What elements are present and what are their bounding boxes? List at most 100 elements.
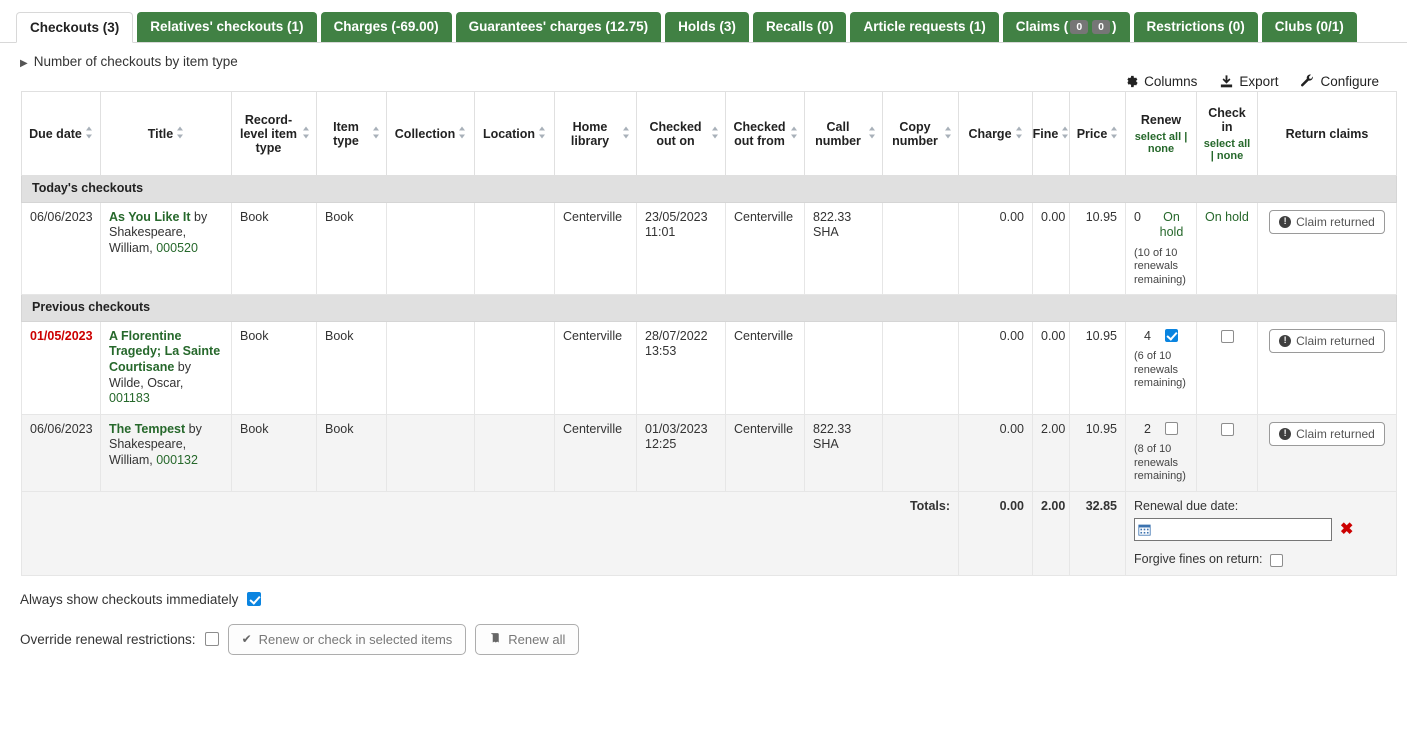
barcode-link[interactable]: 000132 [156,453,198,467]
override-renewal-checkbox[interactable] [205,632,219,646]
col-header-7[interactable]: Checked out on [637,92,726,176]
sort-icon[interactable] [1110,126,1118,142]
footer-controls: Always show checkouts immediately Overri… [20,592,1407,655]
col-header-9[interactable]: Call number [805,92,883,176]
renew-select-all-link[interactable]: select all [1135,131,1181,143]
renew-checkbox[interactable] [1165,422,1178,435]
sort-icon[interactable] [1015,126,1023,142]
col-header-15[interactable]: Check inselect all| none [1197,92,1258,176]
renewal-due-date-input[interactable] [1151,520,1321,539]
cell-copy-number [883,202,959,294]
due-date-overdue: 01/05/2023 [30,329,93,343]
col-header-0[interactable]: Due date [22,92,101,176]
sort-icon[interactable] [622,126,630,142]
checkin-checkbox[interactable] [1221,330,1234,343]
gear-icon [1124,74,1139,89]
checkin-select-all-link[interactable]: select all [1204,138,1250,150]
sort-icon[interactable] [85,126,93,142]
col-header-14[interactable]: Renewselect all |none [1126,92,1197,176]
sort-icon[interactable] [1061,126,1069,142]
renew-or-checkin-selected-button[interactable]: ✔ Renew or check in selected items [228,624,467,655]
tab-5[interactable]: Recalls (0) [753,12,847,42]
table-row: 01/05/2023 A Florentine Tragedy; La Saint… [22,321,1397,414]
forgive-fines-checkbox[interactable] [1270,554,1283,567]
checkin-checkbox[interactable] [1221,423,1234,436]
sort-icon[interactable] [790,126,798,142]
override-renewal-label: Override renewal restrictions: [20,632,196,647]
title-link[interactable]: As You Like It [109,210,191,224]
cell-fine: 0.00 [1033,321,1070,414]
title-link[interactable]: A Florentine Tragedy; La Sainte Courtisa… [109,329,220,374]
tab-2[interactable]: Charges (-69.00) [321,12,452,42]
col-header-4[interactable]: Collection [387,92,475,176]
cell-record-item-type: Book [232,321,317,414]
cell-record-item-type: Book [232,414,317,491]
table-head: Due dateTitleRecord-level item typeItem … [22,92,1397,176]
tab-0[interactable]: Checkouts (3) [16,12,133,43]
checkouts-by-itemtype-toggle[interactable]: ▶Number of checkouts by item type [0,43,1407,77]
cell-checked-out-from: Centerville [726,414,805,491]
renew-checkbox[interactable] [1165,329,1178,342]
tab-6[interactable]: Article requests (1) [850,12,998,42]
configure-button[interactable]: Configure [1300,74,1379,89]
col-header-10[interactable]: Copy number [883,92,959,176]
renewal-due-date-input-wrap[interactable] [1134,518,1332,541]
renew-select-none-link[interactable]: none [1148,143,1174,155]
forgive-fines-label: Forgive fines on return: [1134,552,1263,568]
cell-record-item-type: Book [232,202,317,294]
claim-returned-button[interactable]: !Claim returned [1269,329,1385,353]
tab-9[interactable]: Clubs (0/1) [1262,12,1357,42]
col-header-13[interactable]: Price [1070,92,1126,176]
col-header-label: Fine [1033,127,1059,141]
col-header-2[interactable]: Record-level item type [232,92,317,176]
tab-label: Relatives' checkouts (1) [150,20,303,34]
sort-icon[interactable] [711,126,719,142]
tab-4[interactable]: Holds (3) [665,12,749,42]
sort-icon[interactable] [176,126,184,142]
col-header-8[interactable]: Checked out from [726,92,805,176]
checkin-select-none-link[interactable]: none [1217,150,1243,162]
tab-8[interactable]: Restrictions (0) [1134,12,1258,42]
patron-tabs: Checkouts (3) Relatives' checkouts (1) Cha… [0,0,1407,43]
tab-7[interactable]: Claims (00) [1003,12,1130,42]
tab-label: Claims ( [1016,20,1069,34]
col-header-6[interactable]: Home library [555,92,637,176]
claim-returned-button[interactable]: !Claim returned [1269,210,1385,234]
col-header-label: Checked out on [643,120,708,148]
barcode-link[interactable]: 000520 [156,241,198,255]
renew-or-checkin-selected-label: Renew or check in selected items [259,632,453,647]
sort-icon[interactable] [302,126,310,142]
col-header-3[interactable]: Item type [317,92,387,176]
col-header-5[interactable]: Location [475,92,555,176]
sort-icon[interactable] [458,126,466,142]
columns-button[interactable]: Columns [1124,74,1197,89]
claim-returned-button[interactable]: !Claim returned [1269,422,1385,446]
barcode-link[interactable]: 001183 [109,391,150,405]
cell-checkin: On hold [1197,202,1258,294]
cell-home-library: Centerville [555,414,637,491]
cell-renew: 2(8 of 10 renewals remaining) [1126,414,1197,491]
info-icon: ! [1279,335,1291,347]
col-header-12[interactable]: Fine [1033,92,1070,176]
sort-icon[interactable] [538,126,546,142]
checkouts-by-itemtype-label[interactable]: Number of checkouts by item type [34,54,238,69]
sort-icon[interactable] [944,126,952,142]
sort-icon[interactable] [868,126,876,142]
tab-1[interactable]: Relatives' checkouts (1) [137,12,316,42]
renew-all-button[interactable]: Renew all [475,624,579,655]
tab-3[interactable]: Guarantees' charges (12.75) [456,12,662,42]
export-button[interactable]: Export [1219,74,1278,89]
tab-label: Restrictions (0) [1147,20,1245,34]
clear-x-icon[interactable]: ✖ [1340,522,1353,538]
table-row: 06/06/2023As You Like It by Shakespeare,… [22,202,1397,294]
col-header-16[interactable]: Return claims [1258,92,1397,176]
calendar-icon[interactable] [1138,523,1151,536]
renew-note: (6 of 10 renewals remaining) [1134,350,1188,390]
title-link[interactable]: The Tempest [109,422,185,436]
always-show-checkbox[interactable] [247,592,261,606]
sort-icon[interactable] [372,126,380,142]
col-header-1[interactable]: Title [101,92,232,176]
cell-item-type: Book [317,321,387,414]
cell-copy-number [883,414,959,491]
col-header-11[interactable]: Charge [959,92,1033,176]
